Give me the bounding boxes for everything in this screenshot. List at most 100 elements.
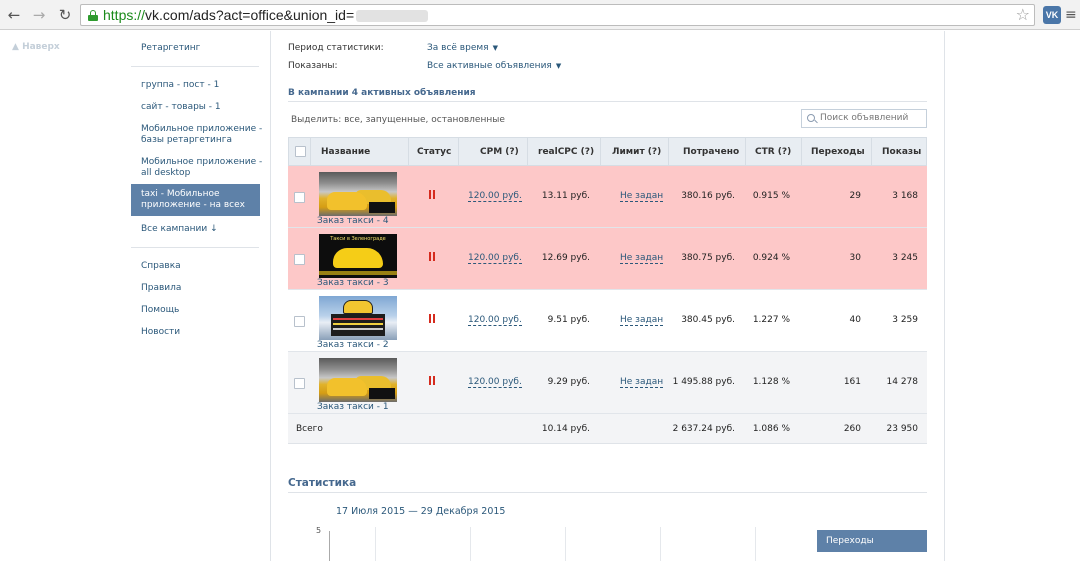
- select-all-checkbox[interactable]: [295, 146, 306, 157]
- limit-value[interactable]: Не задан: [620, 253, 664, 264]
- col-limit[interactable]: Лимит (?): [612, 147, 661, 157]
- ad-name-link[interactable]: Заказ такси - 3: [317, 278, 389, 288]
- table-row[interactable]: Заказ такси - 2 120.00 руб. 9.51 руб. Не…: [288, 290, 927, 352]
- cpm-value[interactable]: 120.00 руб.: [468, 191, 522, 202]
- limit-value[interactable]: Не задан: [620, 377, 664, 388]
- ad-name-link[interactable]: Заказ такси - 1: [317, 402, 389, 412]
- select-filter-links[interactable]: Выделить: все, запущенные, остановленные: [291, 115, 505, 125]
- sidebar-campaign[interactable]: Мобильное приложение - all desktop: [141, 157, 263, 179]
- pause-icon[interactable]: [429, 190, 435, 199]
- realcpc-value: 12.69 руб.: [541, 253, 590, 263]
- col-clicks[interactable]: Переходы: [811, 147, 865, 157]
- ad-thumbnail[interactable]: [319, 172, 397, 216]
- ad-thumbnail[interactable]: Такси в Зеленограде: [319, 234, 397, 278]
- ad-name-link[interactable]: Заказ такси - 4: [317, 216, 389, 226]
- realcpc-value: 9.51 руб.: [547, 315, 590, 325]
- chevron-down-icon: ▼: [492, 44, 498, 52]
- back-arrow-icon[interactable]: ←: [4, 5, 24, 25]
- grid-line: [565, 527, 566, 561]
- bookmark-star-icon[interactable]: ☆: [1016, 5, 1030, 25]
- sidebar-link-support[interactable]: Помощь: [141, 305, 263, 316]
- sidebar: Ретаргетинг группа - пост - 1 сайт - тов…: [131, 31, 270, 561]
- content-divider-right: [944, 31, 945, 561]
- col-cpm[interactable]: CPM (?): [480, 147, 519, 157]
- pause-icon[interactable]: [429, 252, 435, 261]
- scroll-to-top-link[interactable]: ▲ Наверх: [12, 42, 60, 52]
- table-row[interactable]: Заказ такси - 1 120.00 руб. 9.29 руб. Не…: [288, 352, 927, 414]
- views-value: 3 245: [892, 253, 918, 263]
- period-dropdown[interactable]: За всё время ▼: [427, 43, 498, 53]
- cpm-value[interactable]: 120.00 руб.: [468, 377, 522, 388]
- shown-label: Показаны:: [288, 61, 338, 71]
- sidebar-campaign[interactable]: группа - пост - 1: [141, 80, 263, 91]
- sidebar-campaign[interactable]: сайт - товары - 1: [141, 102, 263, 113]
- views-value: 3 168: [892, 191, 918, 201]
- y-axis-line: [329, 531, 330, 561]
- spent-value: 1 495.88 руб.: [672, 377, 735, 387]
- sidebar-item-retargeting[interactable]: Ретаргетинг: [141, 43, 263, 54]
- sidebar-campaign-active[interactable]: taxi - Мобильное приложение - на всех: [131, 184, 260, 216]
- ad-thumbnail[interactable]: [319, 358, 397, 402]
- col-name[interactable]: Название: [321, 147, 370, 157]
- all-campaigns-link[interactable]: Все кампании ↓: [141, 224, 263, 235]
- vk-extension-icon[interactable]: VK: [1043, 6, 1061, 24]
- col-realcpc[interactable]: realCPC (?): [538, 147, 594, 157]
- metric-tab-clicks[interactable]: Переходы: [817, 530, 927, 552]
- clicks-value: 161: [843, 377, 861, 387]
- url-text: https://vk.com/ads?act=office&union_id=: [103, 7, 355, 23]
- ads-search-input[interactable]: Поиск объявлений: [801, 109, 927, 128]
- stats-heading: Статистика: [288, 477, 357, 489]
- table-header: Название Статус CPM (?) realCPC (?) Лими…: [288, 137, 927, 167]
- menu-icon[interactable]: ≡: [1065, 5, 1077, 25]
- spent-value: 380.45 руб.: [681, 315, 735, 325]
- pause-icon[interactable]: [429, 314, 435, 323]
- sidebar-link-rules[interactable]: Правила: [141, 283, 263, 294]
- views-value: 14 278: [886, 377, 919, 387]
- total-label: Всего: [296, 424, 323, 434]
- reload-icon[interactable]: ↻: [55, 5, 75, 25]
- period-value: За всё время: [427, 43, 489, 53]
- table-total-row: Всего 10.14 руб. 2 637.24 руб. 1.086 % 2…: [288, 414, 927, 444]
- y-axis-tick: 5: [316, 526, 322, 535]
- forward-arrow-icon[interactable]: →: [29, 5, 49, 25]
- limit-value[interactable]: Не задан: [620, 315, 664, 326]
- ad-thumbnail[interactable]: [319, 296, 397, 340]
- stats-chart: [325, 527, 795, 561]
- shown-dropdown[interactable]: Все активные объявления ▼: [427, 61, 561, 71]
- row-checkbox[interactable]: [294, 378, 305, 389]
- cpm-value[interactable]: 120.00 руб.: [468, 253, 522, 264]
- views-value: 3 259: [892, 315, 918, 325]
- table-row[interactable]: Такси в Зеленограде Заказ такси - 3 120.…: [288, 228, 927, 290]
- ctr-value: 0.915 %: [752, 191, 790, 201]
- realcpc-value: 9.29 руб.: [547, 377, 590, 387]
- col-status[interactable]: Статус: [417, 147, 451, 157]
- row-checkbox[interactable]: [294, 316, 305, 327]
- row-checkbox[interactable]: [294, 192, 305, 203]
- ctr-value: 0.924 %: [752, 253, 790, 263]
- content-divider: [270, 31, 271, 561]
- spent-value: 380.16 руб.: [681, 191, 735, 201]
- stats-date-range[interactable]: 17 Июля 2015 — 29 Декабря 2015: [336, 506, 505, 517]
- sidebar-link-news[interactable]: Новости: [141, 327, 263, 338]
- sidebar-link-help[interactable]: Справка: [141, 261, 263, 272]
- ad-name-link[interactable]: Заказ такси - 2: [317, 340, 389, 350]
- grid-line: [470, 527, 471, 561]
- row-checkbox[interactable]: [294, 254, 305, 265]
- col-spent[interactable]: Потрачено: [683, 147, 739, 157]
- search-icon: [807, 114, 815, 122]
- browser-toolbar: ← → ↻ https://vk.com/ads?act=office&unio…: [0, 0, 1080, 30]
- grid-line: [660, 527, 661, 561]
- total-realcpc: 10.14 руб.: [541, 424, 590, 434]
- limit-value[interactable]: Не задан: [620, 191, 664, 202]
- address-bar[interactable]: https://vk.com/ads?act=office&union_id= …: [80, 4, 1035, 26]
- sidebar-campaign[interactable]: Мобильное приложение - базы ретаргетинга: [141, 124, 263, 146]
- period-label: Период статистики:: [288, 43, 384, 53]
- table-row[interactable]: Заказ такси - 4 120.00 руб. 13.11 руб. Н…: [288, 166, 927, 228]
- cpm-value[interactable]: 120.00 руб.: [468, 315, 522, 326]
- sidebar-divider: [131, 247, 259, 248]
- total-ctr: 1.086 %: [752, 424, 790, 434]
- col-ctr[interactable]: CTR (?): [755, 147, 791, 157]
- pause-icon[interactable]: [429, 376, 435, 385]
- col-views[interactable]: Показы: [882, 147, 921, 157]
- total-spent: 2 637.24 руб.: [672, 424, 735, 434]
